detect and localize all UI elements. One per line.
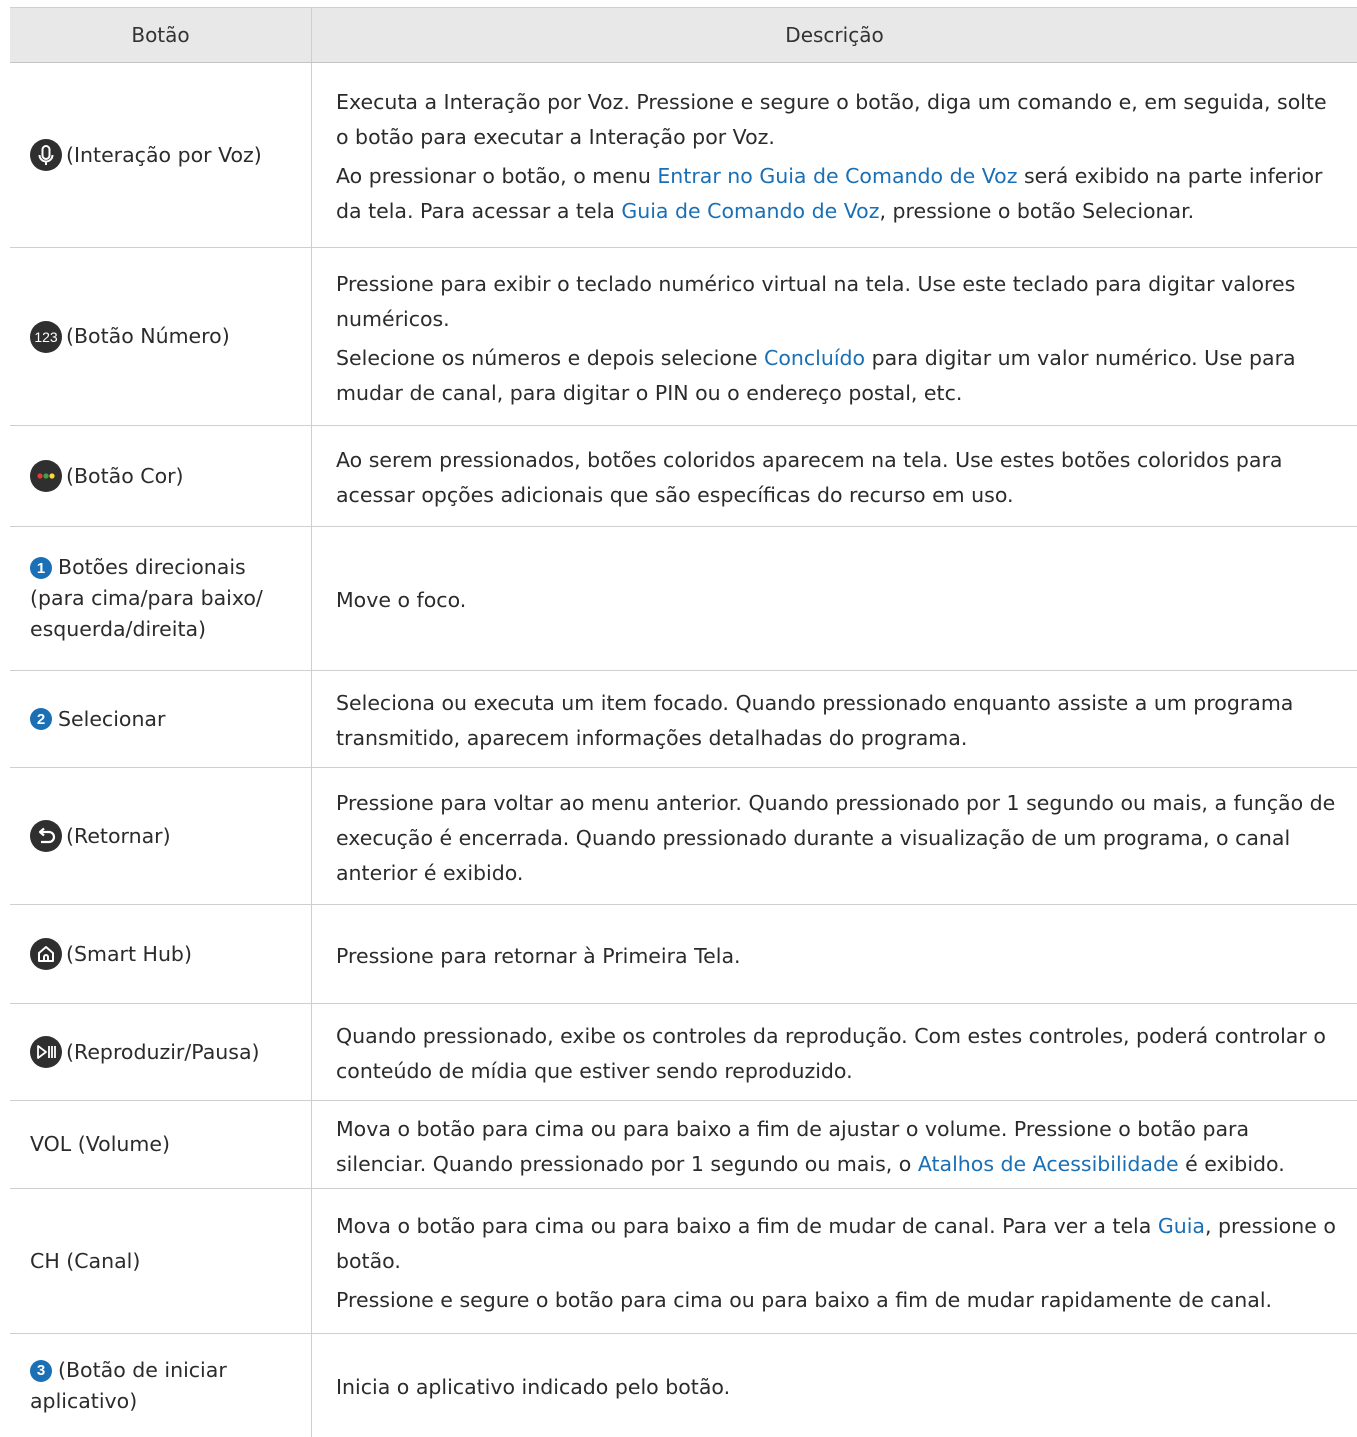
menu-link[interactable]: Atalhos de Acessibilidade	[918, 1152, 1179, 1176]
header-button: Botão	[10, 8, 312, 62]
table-row: 2 Selecionar Seleciona ou executa um ite…	[10, 671, 1357, 768]
description-cell: Move o foco.	[312, 527, 1357, 670]
button-cell: VOL (Volume)	[10, 1101, 312, 1188]
button-cell: (Reproduzir/Pausa)	[10, 1004, 312, 1100]
description-cell: Inicia o aplicativo indicado pelo botão.	[312, 1334, 1357, 1437]
table-row: 123 (Botão Número) Pressione para exibir…	[10, 248, 1357, 426]
description-text: Ao pressionar o botão, o menu Entrar no …	[336, 164, 1323, 223]
button-label: (Smart Hub)	[66, 941, 192, 966]
number-123-icon: 123	[30, 320, 62, 353]
menu-link[interactable]: Entrar no Guia de Comando de Voz	[657, 164, 1017, 188]
button-label: (Retornar)	[66, 823, 171, 848]
description-text: Move o foco.	[336, 588, 467, 612]
description-cell: Pressione para retornar à Primeira Tela.	[312, 905, 1357, 1003]
table-row: (Reproduzir/Pausa) Quando pressionado, e…	[10, 1004, 1357, 1101]
play-pause-icon	[30, 1036, 62, 1068]
button-label: 3 (Botão de iniciar aplicativo)	[30, 1357, 227, 1413]
description-text: Seleciona ou executa um item focado. Qua…	[336, 691, 1294, 750]
description-cell: Ao serem pressionados, botões coloridos …	[312, 426, 1357, 526]
description-text: Pressione para voltar ao menu anterior. …	[336, 790, 1336, 885]
button-cell: (Smart Hub)	[10, 905, 312, 1003]
button-cell: CH (Canal)	[10, 1189, 312, 1333]
button-cell: 3 (Botão de iniciar aplicativo)	[10, 1334, 312, 1437]
number-badge-icon: 1	[30, 557, 52, 579]
button-label: 1 Botões direcionais (para cima/para baix…	[30, 555, 263, 641]
description-text: Mova o botão para cima ou para baixo a f…	[336, 1116, 1285, 1176]
button-cell: 123 (Botão Número)	[10, 248, 312, 425]
number-badge-icon: 2	[30, 708, 52, 730]
button-label: VOL (Volume)	[30, 1132, 170, 1156]
description-cell: Seleciona ou executa um item focado. Qua…	[312, 671, 1357, 767]
description-cell: Quando pressionado, exibe os controles d…	[312, 1004, 1357, 1100]
description-text: Inicia o aplicativo indicado pelo botão.	[336, 1375, 731, 1399]
menu-link[interactable]: Guia	[1158, 1214, 1205, 1238]
button-label: (Botão Número)	[66, 324, 230, 348]
menu-link[interactable]: Concluído	[764, 346, 865, 370]
button-label: (Interação por Voz)	[66, 142, 262, 167]
description-cell: Mova o botão para cima ou para baixo a f…	[312, 1101, 1357, 1188]
menu-link[interactable]: Guia de Comando de Voz	[621, 199, 879, 223]
button-cell: 1 Botões direcionais (para cima/para baix…	[10, 527, 312, 670]
description-text: Pressione para retornar à Primeira Tela.	[336, 943, 741, 968]
button-label: (Reproduzir/Pausa)	[66, 1039, 260, 1064]
button-cell: (Botão Cor)	[10, 426, 312, 526]
button-label: Selecionar	[58, 706, 166, 731]
button-cell: 2 Selecionar	[10, 671, 312, 767]
table-row: (Smart Hub) Pressione para retornar à Pr…	[10, 905, 1357, 1004]
table-row: VOL (Volume) Mova o botão para cima ou p…	[10, 1101, 1357, 1189]
remote-buttons-table: Botão Descrição (Interação por Voz) Exec…	[10, 7, 1357, 1437]
return-icon	[30, 820, 62, 852]
table-row: (Botão Cor) Ao serem pressionados, botõe…	[10, 426, 1357, 527]
table-row: CH (Canal) Mova o botão para cima ou par…	[10, 1189, 1357, 1334]
description-text: Pressione e segure o botão para cima ou …	[336, 1287, 1273, 1312]
description-text: Selecione os números e depois selecione …	[336, 345, 1296, 405]
microphone-icon	[30, 139, 62, 171]
table-header: Botão Descrição	[10, 7, 1357, 63]
table-row: (Interação por Voz) Executa a Interação …	[10, 63, 1357, 248]
home-icon	[30, 938, 62, 970]
table-row: (Retornar) Pressione para voltar ao menu…	[10, 768, 1357, 905]
description-text: Ao serem pressionados, botões coloridos …	[336, 448, 1283, 507]
description-text: Quando pressionado, exibe os controles d…	[336, 1024, 1326, 1083]
button-label: CH (Canal)	[30, 1248, 141, 1273]
table-row: 1 Botões direcionais (para cima/para baix…	[10, 527, 1357, 671]
description-cell: Pressione para exibir o teclado numérico…	[312, 248, 1357, 425]
description-text: Mova o botão para cima ou para baixo a f…	[336, 1213, 1336, 1273]
button-cell: (Retornar)	[10, 768, 312, 904]
description-text: Pressione para exibir o teclado numérico…	[336, 271, 1296, 331]
button-cell: (Interação por Voz)	[10, 63, 312, 247]
svg-text:123: 123	[34, 329, 58, 345]
table-row: 3 (Botão de iniciar aplicativo) Inicia o …	[10, 1334, 1357, 1437]
description-cell: Pressione para voltar ao menu anterior. …	[312, 768, 1357, 904]
color-dots-icon	[30, 460, 62, 492]
description-text: Executa a Interação por Voz. Pressione e…	[336, 90, 1327, 149]
number-badge-icon: 3	[30, 1359, 52, 1382]
description-cell: Mova o botão para cima ou para baixo a f…	[312, 1189, 1357, 1333]
description-cell: Executa a Interação por Voz. Pressione e…	[312, 63, 1357, 247]
header-description: Descrição	[785, 23, 884, 47]
button-label: (Botão Cor)	[66, 463, 184, 488]
